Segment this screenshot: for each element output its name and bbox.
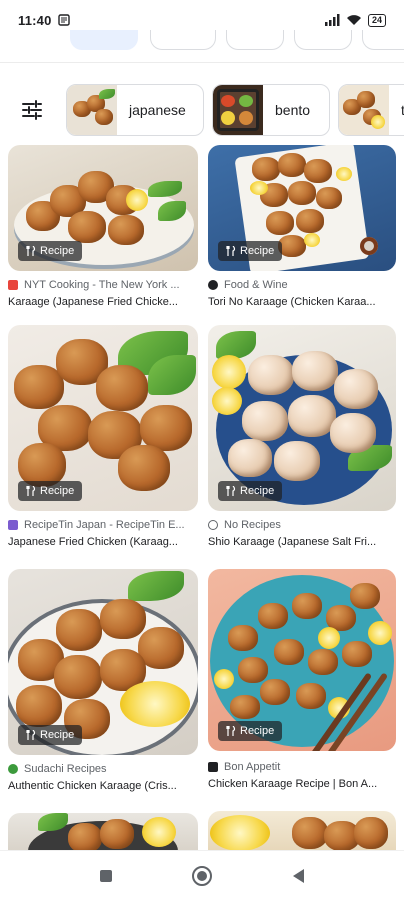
result-title[interactable]: Authentic Chicken Karaage (Cris... <box>8 780 198 792</box>
recipe-badge: Recipe <box>18 241 83 261</box>
recipe-badge: Recipe <box>18 725 83 745</box>
result-source[interactable]: Sudachi Recipes <box>8 763 198 775</box>
favicon <box>208 520 218 530</box>
result-image[interactable] <box>8 813 198 853</box>
favicon <box>8 520 18 530</box>
result-source[interactable]: RecipeTin Japan - RecipeTin E... <box>8 519 198 531</box>
chip-thumbnail <box>213 85 263 135</box>
system-nav-bar <box>0 850 404 900</box>
result-card[interactable]: Recipe RecipeTin Japan - RecipeTin E... … <box>8 325 198 557</box>
result-card[interactable]: Recipe NYT Cooking - The New York ... Ka… <box>8 145 198 320</box>
result-card[interactable]: Recipe Bon Appetit Chicken Karaage Recip… <box>208 569 396 799</box>
recipe-badge: Recipe <box>218 241 283 261</box>
signal-icon <box>324 14 340 26</box>
chip-thumbnail <box>339 85 389 135</box>
filter-chip-japanese[interactable]: japanese <box>66 84 204 136</box>
chip-thumbnail <box>67 85 117 135</box>
battery-indicator: 24 <box>367 13 386 27</box>
wifi-icon <box>346 15 361 25</box>
sim-icon <box>57 14 70 26</box>
fork-knife-icon <box>226 486 236 496</box>
favicon <box>8 280 18 290</box>
ghost-chip-3[interactable] <box>226 30 284 50</box>
result-title[interactable]: Shio Karaage (Japanese Salt Fri... <box>208 536 396 548</box>
ghost-chip-1[interactable] <box>70 30 138 50</box>
chip-label: japanese <box>129 102 186 118</box>
triangle-back-icon[interactable] <box>286 864 310 888</box>
result-card[interactable]: Recipe Food & Wine Tori No Karaage (Chic… <box>208 145 396 320</box>
tune-icon[interactable] <box>18 96 46 124</box>
filter-chip-partial[interactable]: t <box>338 84 404 136</box>
favicon <box>8 764 18 774</box>
fork-knife-icon <box>226 726 236 736</box>
recipe-badge: Recipe <box>218 721 283 741</box>
fork-knife-icon <box>26 486 36 496</box>
result-image[interactable]: Recipe <box>8 145 198 271</box>
top-chip-strip <box>0 30 404 52</box>
recipe-badge: Recipe <box>218 481 283 501</box>
result-image[interactable]: Recipe <box>208 569 396 751</box>
chip-label: bento <box>275 102 311 118</box>
result-image[interactable]: Recipe <box>8 325 198 511</box>
circle-icon[interactable] <box>190 864 214 888</box>
ghost-chip-4[interactable] <box>294 30 352 50</box>
result-title[interactable]: Tori No Karaage (Chicken Karaa... <box>208 296 396 308</box>
fork-knife-icon <box>26 246 36 256</box>
favicon <box>208 762 218 772</box>
result-source[interactable]: Bon Appetit <box>208 761 396 773</box>
filter-row: japanese bento t <box>0 84 404 138</box>
result-source[interactable]: No Recipes <box>208 519 396 531</box>
result-title[interactable]: Karaage (Japanese Fried Chicke... <box>8 296 198 308</box>
result-source[interactable]: NYT Cooking - The New York ... <box>8 279 198 291</box>
result-title[interactable]: Chicken Karaage Recipe | Bon A... <box>208 778 396 790</box>
result-card-partial[interactable] <box>208 811 396 853</box>
fork-knife-icon <box>226 246 236 256</box>
chip-label: t <box>389 102 404 118</box>
result-card-partial[interactable] <box>8 813 198 853</box>
result-card[interactable]: Recipe Sudachi Recipes Authentic Chicken… <box>8 569 198 801</box>
filter-chip-bento[interactable]: bento <box>212 84 330 136</box>
ghost-chip-5[interactable] <box>362 30 404 50</box>
result-card[interactable]: Recipe No Recipes Shio Karaage (Japanese… <box>208 325 396 557</box>
result-image[interactable] <box>208 811 396 853</box>
ghost-chip-2[interactable] <box>150 30 216 50</box>
recipe-badge: Recipe <box>18 481 83 501</box>
fork-knife-icon <box>26 730 36 740</box>
favicon <box>208 280 218 290</box>
result-title[interactable]: Japanese Fried Chicken (Karaag... <box>8 536 198 548</box>
result-image[interactable]: Recipe <box>208 145 396 271</box>
divider <box>0 62 404 63</box>
status-time: 11:40 <box>18 12 52 28</box>
square-icon[interactable] <box>94 864 118 888</box>
result-source[interactable]: Food & Wine <box>208 279 396 291</box>
result-image[interactable]: Recipe <box>208 325 396 511</box>
result-image[interactable]: Recipe <box>8 569 198 755</box>
